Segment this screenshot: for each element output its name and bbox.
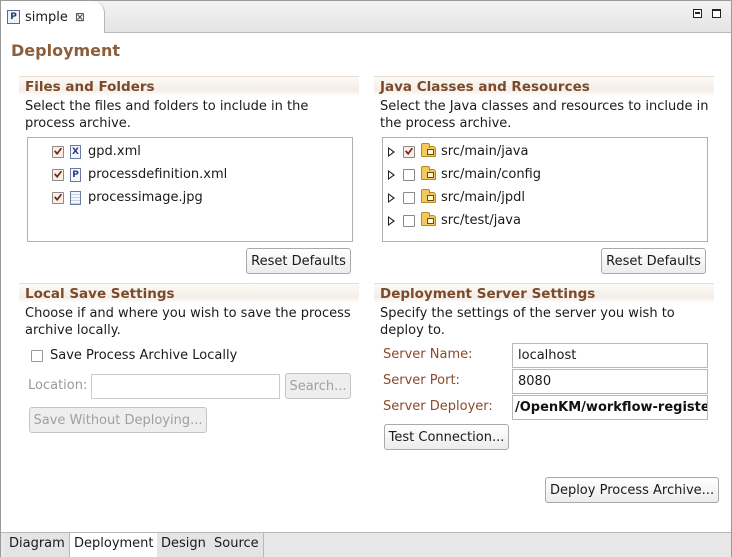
minimize-icon[interactable] [693, 9, 702, 18]
tree-item-label: gpd.xml [88, 144, 141, 159]
tree-item[interactable]: src/test/java [388, 209, 707, 232]
package-folder-icon [421, 212, 436, 226]
package-folder-icon [421, 189, 436, 203]
editor-page-tabs: Diagram Deployment Design Source [1, 532, 731, 557]
tree-item-label: src/main/jpdl [441, 190, 525, 205]
editor-window: P simple ⊠ Deployment Files and Folders … [0, 0, 732, 557]
expand-arrow-icon[interactable] [388, 215, 395, 226]
checkbox[interactable] [403, 145, 415, 158]
checkbox[interactable] [403, 191, 415, 204]
section-header: Files and Folders [19, 76, 359, 96]
local-save-section: Local Save Settings Choose if and where … [19, 283, 359, 339]
tree-item[interactable]: src/main/jpdl [388, 186, 707, 209]
tree-item-label: src/test/java [441, 213, 521, 228]
window-controls [693, 9, 721, 18]
server-deployer-input[interactable]: /OpenKM/workflow-register [512, 395, 708, 420]
image-file-icon [70, 190, 81, 205]
search-button[interactable]: Search... [285, 373, 351, 399]
java-classes-section: Java Classes and Resources Select the Ja… [374, 76, 714, 132]
tree-item[interactable]: X gpd.xml [52, 140, 352, 163]
tab-design[interactable]: Design [157, 533, 211, 557]
tree-item[interactable]: src/main/config [388, 163, 707, 186]
save-without-deploying-button[interactable]: Save Without Deploying... [29, 407, 207, 433]
xml-file-icon: X [70, 144, 81, 159]
process-definition-file-icon: P [70, 167, 81, 182]
close-icon[interactable]: ⊠ [75, 10, 85, 24]
server-name-input[interactable]: localhost [512, 343, 708, 368]
process-file-icon: P [7, 10, 20, 24]
tree-item[interactable]: src/main/java [388, 140, 707, 163]
page-title: Deployment [11, 41, 121, 60]
location-input[interactable] [91, 374, 280, 399]
section-header: Deployment Server Settings [374, 283, 714, 303]
save-locally-checkbox[interactable] [31, 349, 43, 362]
expand-arrow-icon[interactable] [388, 169, 395, 180]
editor-tab-label: simple [25, 9, 68, 25]
maximize-icon[interactable] [712, 9, 721, 18]
test-connection-button[interactable]: Test Connection... [384, 424, 509, 450]
package-folder-icon [421, 166, 436, 180]
java-classes-tree[interactable]: src/main/java src/main/config src/main/j… [382, 137, 708, 242]
tree-item-label: processimage.jpg [88, 190, 203, 205]
tree-item-label: src/main/java [441, 144, 529, 159]
checkbox[interactable] [52, 168, 64, 181]
section-description: Select the Java classes and resources to… [380, 99, 709, 131]
expand-arrow-icon[interactable] [388, 192, 395, 203]
server-name-label: Server Name: [383, 347, 473, 362]
checkbox[interactable] [52, 145, 64, 158]
section-description: Choose if and where you wish to save the… [25, 306, 351, 338]
checkbox[interactable] [403, 168, 415, 181]
server-port-input[interactable]: 8080 [512, 369, 708, 394]
checkbox[interactable] [52, 191, 64, 204]
reset-defaults-files-button[interactable]: Reset Defaults [246, 248, 351, 274]
tab-source[interactable]: Source [210, 533, 264, 557]
tab-diagram[interactable]: Diagram [5, 533, 70, 557]
section-description: Select the files and folders to include … [25, 99, 309, 131]
tree-item-label: src/main/config [441, 167, 542, 182]
tab-deployment[interactable]: Deployment [69, 533, 159, 557]
editor-tab-simple[interactable]: P simple ⊠ [1, 1, 105, 33]
tree-item[interactable]: processimage.jpg [52, 186, 352, 209]
save-locally-option[interactable]: Save Process Archive Locally [31, 348, 237, 363]
tree-item-label: processdefinition.xml [88, 167, 228, 182]
section-description: Specify the settings of the server you w… [380, 306, 675, 338]
files-folders-section: Files and Folders Select the files and f… [19, 76, 359, 132]
tree-item[interactable]: P processdefinition.xml [52, 163, 352, 186]
server-deployer-label: Server Deployer: [383, 399, 493, 414]
location-label: Location: [28, 378, 88, 393]
save-locally-label: Save Process Archive Locally [50, 348, 238, 363]
files-tree[interactable]: X gpd.xml P processdefinition.xml proces… [27, 137, 353, 242]
expand-arrow-icon[interactable] [388, 146, 395, 157]
server-settings-section: Deployment Server Settings Specify the s… [374, 283, 714, 339]
deploy-process-archive-button[interactable]: Deploy Process Archive... [545, 477, 719, 503]
section-header: Local Save Settings [19, 283, 359, 303]
package-folder-icon [421, 143, 436, 157]
editor-tab-strip: P simple ⊠ [1, 1, 731, 33]
server-port-label: Server Port: [383, 373, 460, 388]
reset-defaults-java-button[interactable]: Reset Defaults [601, 248, 706, 274]
section-header: Java Classes and Resources [374, 76, 714, 96]
checkbox[interactable] [403, 214, 415, 227]
